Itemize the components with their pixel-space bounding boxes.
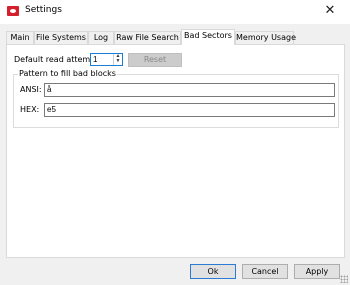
cancel-button[interactable]: Cancel xyxy=(242,264,288,279)
tab-main[interactable]: Main xyxy=(6,31,34,44)
tab-log[interactable]: Log xyxy=(88,31,114,44)
read-attempts-value[interactable]: 1 xyxy=(93,55,97,64)
spinner-down-icon[interactable]: ▼ xyxy=(114,59,122,64)
resize-grip-icon[interactable] xyxy=(340,275,348,283)
close-icon[interactable]: ✕ xyxy=(310,0,350,22)
spinner-arrows[interactable]: ▲ ▼ xyxy=(113,54,122,65)
tab-raw-file-search[interactable]: Raw File Search xyxy=(114,31,181,44)
tab-bad-sectors[interactable]: Bad Sectors xyxy=(181,29,235,45)
ansi-label: ANSI: xyxy=(20,85,42,94)
ok-button[interactable]: Ok xyxy=(190,264,236,279)
tab-file-systems[interactable]: File Systems xyxy=(34,31,88,44)
hex-field[interactable]: e5 xyxy=(44,103,335,117)
dialog-client: Main File Systems Log Raw File Search Ba… xyxy=(0,24,350,285)
hex-label: HEX: xyxy=(20,105,40,114)
apply-button[interactable]: Apply xyxy=(294,264,340,279)
read-attempts-spinner[interactable]: 1 ▲ ▼ xyxy=(90,53,123,66)
title-bar: Settings ✕ xyxy=(0,0,350,24)
tab-memory-usage[interactable]: Memory Usage xyxy=(235,31,296,44)
bad-sectors-panel: Default read attempts: 1 ▲ ▼ Reset Patte… xyxy=(6,44,345,258)
pattern-group-title: Pattern to fill bad blocks xyxy=(18,69,117,78)
ansi-field[interactable]: å xyxy=(44,83,335,97)
reset-button[interactable]: Reset xyxy=(128,53,182,67)
app-logo-icon xyxy=(7,6,19,16)
pattern-group: Pattern to fill bad blocks ANSI: å HEX: … xyxy=(13,69,339,128)
window-title: Settings xyxy=(25,5,62,15)
